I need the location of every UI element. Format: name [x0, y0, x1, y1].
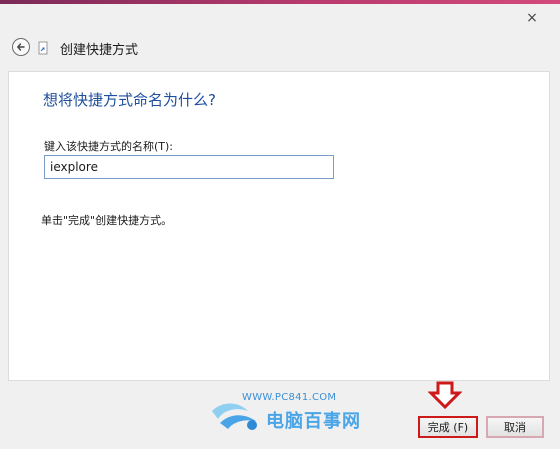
- finish-hint-text: 单击"完成"创建快捷方式。: [41, 214, 173, 227]
- watermark-logo-icon: [212, 403, 257, 430]
- shortcut-name-input[interactable]: [44, 155, 334, 179]
- close-icon[interactable]: ×: [524, 10, 540, 26]
- shortcut-name-label: 键入该快捷方式的名称(T):: [44, 140, 174, 153]
- finish-button[interactable]: 完成 (F): [418, 416, 478, 438]
- watermark-text: 电脑百事网: [266, 411, 361, 432]
- shortcut-wizard-window: × 创建快捷方式 想将快捷方式命名为什么? 键入该快捷方式的名称(T): 单击"…: [0, 4, 560, 449]
- red-arrow-down-icon: [428, 381, 462, 409]
- wizard-content-panel: 想将快捷方式命名为什么? 键入该快捷方式的名称(T): 单击"完成"创建快捷方式…: [8, 71, 550, 381]
- wizard-header: 创建快捷方式: [0, 28, 560, 68]
- page-heading: 想将快捷方式命名为什么?: [43, 91, 216, 109]
- back-arrow-icon: [17, 43, 25, 51]
- back-button[interactable]: [12, 38, 30, 56]
- shortcut-wizard-icon: [38, 41, 48, 55]
- wizard-footer: WWW.PC841.COM 电脑百事网 完成 (F) 取消: [0, 381, 560, 449]
- cancel-button[interactable]: 取消: [486, 416, 544, 438]
- window-title: 创建快捷方式: [60, 43, 139, 58]
